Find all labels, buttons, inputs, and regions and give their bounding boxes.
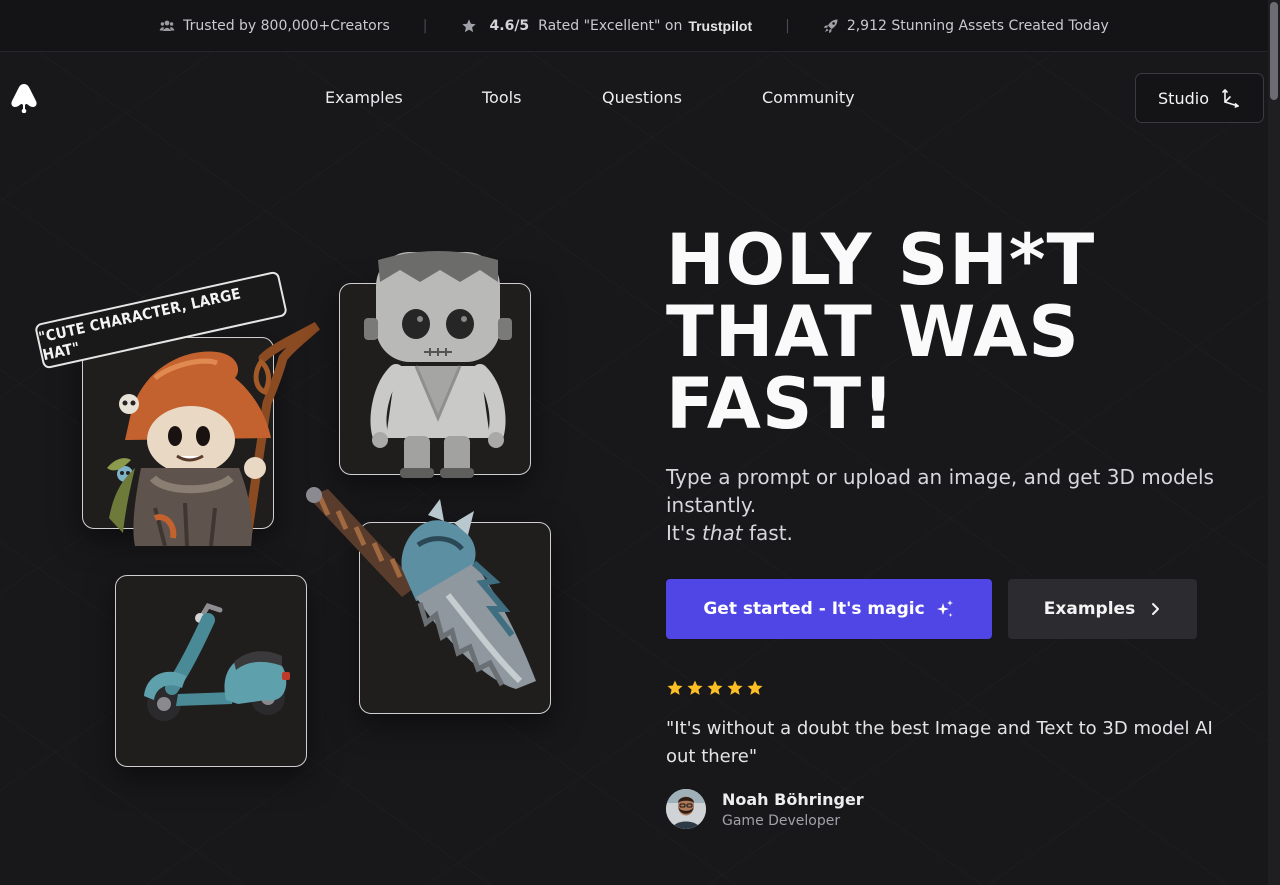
hero-subtitle-line: It's that fast. [666, 519, 1236, 547]
axes-icon [1222, 89, 1239, 108]
trust-banner: Trusted by 800,000+Creators | 4.6/5 Rate… [0, 0, 1268, 52]
main-nav: Examples Tools Questions Community Studi… [0, 52, 1268, 142]
rating-item: 4.6/5 Rated "Excellent" on Trustpilot [461, 17, 753, 34]
studio-button[interactable]: Studio [1135, 73, 1264, 123]
author-name: Noah Böhringer [722, 789, 864, 809]
star-icon [667, 680, 683, 695]
blade-model-image [306, 487, 536, 689]
hero-title-line: FAST! [666, 363, 896, 445]
hero-title-line: HOLY SH*T [666, 219, 1096, 301]
nav-link-questions[interactable]: Questions [602, 88, 682, 107]
sparkles-icon [936, 600, 953, 617]
star-icon [707, 680, 723, 695]
nav-links: Examples Tools Questions Community [0, 88, 1268, 110]
rating-value: 4.6/5 [489, 17, 530, 34]
separator: | [422, 17, 428, 34]
nav-link-examples[interactable]: Examples [325, 88, 403, 107]
trustpilot-logo: Trustpilot [688, 17, 753, 34]
users-icon [159, 20, 175, 31]
frankenstein-model-image [364, 251, 512, 478]
examples-button[interactable]: Examples [1008, 579, 1197, 639]
get-started-button[interactable]: Get started - It's magic [666, 579, 992, 639]
frankenstein-model-card[interactable] [339, 251, 531, 478]
subtitle-prefix: It's [666, 521, 703, 545]
nav-link-community[interactable]: Community [762, 88, 855, 107]
subtitle-emphasis: that [702, 521, 743, 545]
hero-title-line: THAT WAS [666, 291, 1080, 373]
author-role: Game Developer [722, 812, 841, 829]
assets-item: 2,912 Stunning Assets Created Today [823, 18, 1109, 34]
hero-subtitle: Type a prompt or upload an image, and ge… [666, 463, 1236, 547]
testimonial-author: Noah Böhringer Game Developer [666, 789, 864, 829]
examples-label: Examples [1043, 599, 1136, 619]
chevron-right-icon [1152, 603, 1160, 615]
separator: | [785, 17, 790, 34]
blade-model-card[interactable] [306, 487, 551, 714]
hero-subtitle-line: Type a prompt or upload an image, and ge… [666, 465, 1214, 517]
rocket-icon [823, 19, 838, 33]
scroll-thumb[interactable] [1270, 2, 1278, 100]
author-info: Noah Böhringer Game Developer [722, 790, 864, 829]
wizard-model-card[interactable] [82, 322, 320, 547]
subtitle-suffix: fast. [742, 521, 793, 545]
avatar [666, 789, 706, 829]
nav-link-tools[interactable]: Tools [482, 88, 521, 107]
trusted-by-item: Trusted by 800,000+Creators [159, 18, 390, 34]
get-started-label: Get started - It's magic [703, 599, 925, 619]
page-scrollbar[interactable] [1268, 0, 1280, 885]
studio-label: Studio [1158, 88, 1209, 108]
scooter-model-image [144, 602, 290, 721]
scooter-model-card[interactable] [115, 575, 307, 767]
testimonial-quote: "It's without a doubt the best Image and… [666, 718, 1213, 767]
hero-title: HOLY SH*T THAT WAS FAST! [666, 224, 1226, 440]
rating-text: Rated "Excellent" on [538, 17, 683, 34]
assets-text: 2,912 Stunning Assets Created Today [846, 17, 1109, 34]
star-icon [727, 680, 743, 695]
rating-stars [666, 679, 764, 697]
star-icon [461, 18, 476, 32]
star-icon [747, 680, 763, 695]
trusted-text: Trusted by 800,000+Creators [183, 17, 390, 34]
star-icon [687, 680, 703, 695]
